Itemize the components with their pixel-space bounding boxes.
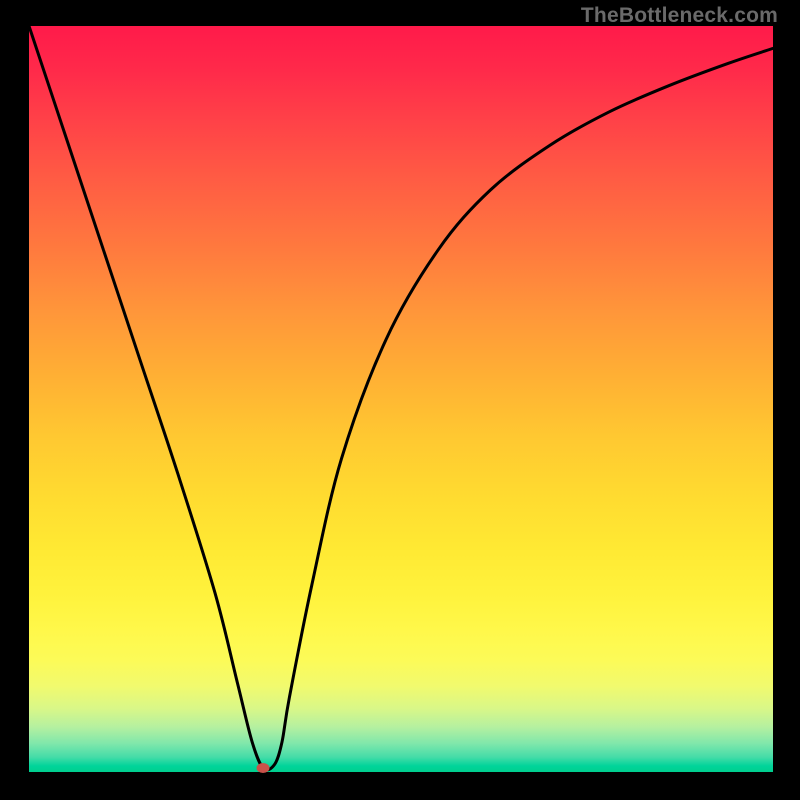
- chart-frame: TheBottleneck.com: [0, 0, 800, 800]
- plot-area: [29, 26, 773, 772]
- bottleneck-curve: [29, 26, 773, 770]
- minimum-marker-icon: [257, 763, 270, 773]
- watermark-text: TheBottleneck.com: [581, 4, 778, 28]
- curve-svg: [29, 26, 773, 772]
